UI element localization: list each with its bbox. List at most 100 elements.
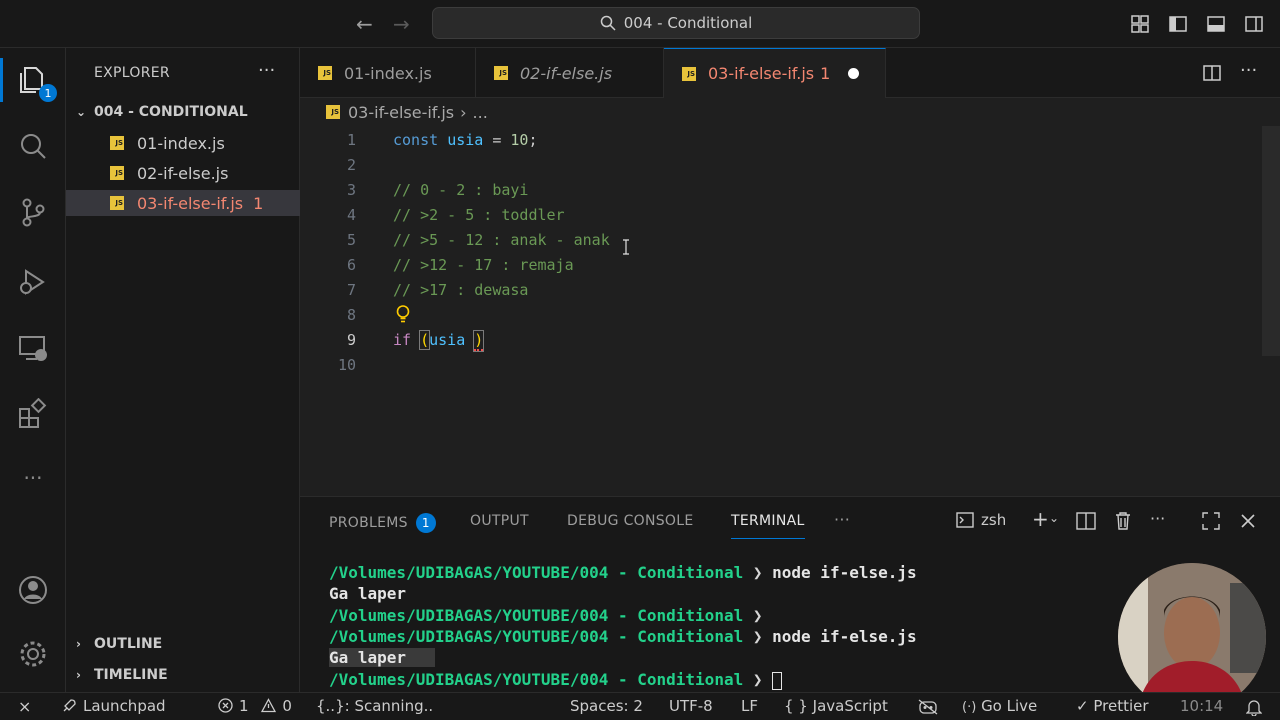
js-file-icon: JS <box>326 105 340 119</box>
tab-problems[interactable]: PROBLEMS 1 <box>329 513 436 533</box>
forward-arrow-icon[interactable]: → <box>393 12 410 36</box>
terminal-icon <box>956 512 974 528</box>
terminal-cursor <box>772 671 783 690</box>
editor-scrollbar[interactable] <box>1262 126 1280 356</box>
terminal-line: /Volumes/UDIBAGAS/YOUTUBE/004 - Conditio… <box>329 606 763 625</box>
js-file-icon: JS <box>110 196 124 210</box>
check-double-icon: ✓ <box>1076 697 1089 715</box>
code-comment: // >2 - 5 : toddler <box>393 206 565 224</box>
launchpad-item[interactable]: Launchpad <box>62 697 166 715</box>
line-number: 8 <box>346 306 356 324</box>
clock-time: 10:14 <box>1180 697 1224 715</box>
tab-03-if-else-if[interactable]: JS 03-if-else-if.js 1 <box>664 48 886 98</box>
js-file-icon: JS <box>494 66 508 80</box>
timeline-section[interactable]: › TIMELINE <box>66 663 300 687</box>
tab-label: 02-if-else.js <box>520 63 613 83</box>
braces-icon: { } <box>784 697 808 715</box>
unsaved-dot-icon[interactable] <box>848 68 860 79</box>
line-number: 3 <box>346 181 356 199</box>
explorer-more-actions[interactable]: ··· <box>258 60 275 81</box>
remote-explorer-icon[interactable] <box>17 332 49 364</box>
js-file-icon: JS <box>682 66 696 81</box>
file-item-01-index[interactable]: JS 01-index.js <box>66 130 300 156</box>
lightbulb-icon[interactable] <box>396 305 410 323</box>
manage-gear-icon[interactable] <box>17 638 49 670</box>
js-file-icon: JS <box>110 136 124 150</box>
keyword: const <box>393 131 439 149</box>
panel-more-icon[interactable]: ··· <box>834 510 850 529</box>
js-file-icon: JS <box>110 166 124 180</box>
run-and-debug-icon[interactable] <box>17 266 49 298</box>
tab-debug-console[interactable]: DEBUG CONSOLE <box>567 513 694 529</box>
file-item-03-if-else-if[interactable]: JS 03-if-else-if.js 1 <box>66 190 300 216</box>
source-control-icon[interactable] <box>17 196 49 228</box>
back-arrow-icon[interactable]: ← <box>356 12 373 36</box>
code-comment: // >12 - 17 : remaja <box>393 256 574 274</box>
eol-status[interactable]: LF <box>741 697 758 715</box>
code-comment: // >5 - 12 : anak - anak <box>393 231 610 249</box>
tab-output[interactable]: OUTPUT <box>470 513 529 529</box>
timeline-label: TIMELINE <box>94 667 168 683</box>
tab-02-if-else[interactable]: JS 02-if-else.js <box>476 48 664 98</box>
copilot-icon[interactable] <box>918 699 938 715</box>
terminal-shell-selector[interactable]: zsh <box>956 511 1006 529</box>
command-center-search[interactable]: 004 - Conditional <box>432 7 920 39</box>
tab-label: 03-if-else-if.js <box>708 64 815 83</box>
problems-status[interactable]: 1 0 <box>218 697 292 715</box>
close-panel-icon[interactable] <box>1240 513 1256 529</box>
remote-indicator-icon[interactable]: ⨯ <box>18 697 31 716</box>
split-terminal-icon[interactable] <box>1076 512 1096 530</box>
indentation-status[interactable]: Spaces: 2 <box>570 697 643 715</box>
keyword: if <box>393 331 412 349</box>
variable: usia <box>447 131 484 149</box>
terminal-line: /Volumes/UDIBAGAS/YOUTUBE/004 - Conditio… <box>329 670 783 690</box>
code-editor[interactable]: 1 2 3 4 5 6 7 8 9 10 const usia = 10; //… <box>300 126 1280 496</box>
scanning-status: {..}: Scanning.. <box>316 697 434 715</box>
terminal-line: Ga laper <box>329 584 407 603</box>
toggle-secondary-sidebar-icon[interactable] <box>1244 14 1264 34</box>
maximize-panel-icon[interactable] <box>1202 512 1220 530</box>
language-status[interactable]: { } JavaScript <box>784 697 888 715</box>
split-editor-icon[interactable] <box>1202 63 1222 83</box>
customize-layout-icon[interactable] <box>1130 14 1150 34</box>
tab-01-index[interactable]: JS 01-index.js <box>300 48 476 98</box>
more-views-icon[interactable]: ··· <box>17 466 49 498</box>
warning-icon <box>261 698 277 713</box>
code-line-9: if (usia ) <box>393 330 485 352</box>
terminal-more-icon[interactable]: ··· <box>1150 509 1165 528</box>
line-number: 5 <box>346 231 356 249</box>
prettier-status[interactable]: ✓ Prettier <box>1076 697 1149 715</box>
explorer-icon[interactable]: 1 <box>0 58 57 102</box>
new-terminal-plus-icon[interactable]: + <box>1032 507 1049 531</box>
chevron-right-icon: › <box>76 637 81 651</box>
breadcrumb-rest[interactable]: ... <box>473 103 488 122</box>
toggle-primary-sidebar-icon[interactable] <box>1168 14 1188 34</box>
line-number: 6 <box>346 256 356 274</box>
account-icon[interactable] <box>17 574 49 606</box>
code-comment: // >17 : dewasa <box>393 281 529 299</box>
terminal-line: Ga laper <box>329 648 435 667</box>
terminal-line: /Volumes/UDIBAGAS/YOUTUBE/004 - Conditio… <box>329 627 917 646</box>
breadcrumb-file[interactable]: 03-if-else-if.js <box>348 103 454 122</box>
chevron-down-icon[interactable]: ⌄ <box>1049 511 1059 525</box>
extensions-icon[interactable] <box>17 398 49 430</box>
variable: usia <box>429 331 466 349</box>
file-item-02-if-else[interactable]: JS 02-if-else.js <box>66 160 300 186</box>
editor-more-actions[interactable]: ··· <box>1240 60 1257 81</box>
encoding-status[interactable]: UTF-8 <box>669 697 713 715</box>
folder-004-conditional[interactable]: ⌄ 004 - CONDITIONAL <box>66 100 300 124</box>
search-icon[interactable] <box>17 130 49 162</box>
chevron-right-icon: › <box>76 668 81 682</box>
outline-section[interactable]: › OUTLINE <box>66 632 300 656</box>
file-label: 02-if-else.js <box>137 163 229 183</box>
code-line-1: const usia = 10; <box>393 131 538 149</box>
notifications-bell-icon[interactable] <box>1246 698 1262 716</box>
line-number: 2 <box>346 156 356 174</box>
file-label: 01-index.js <box>137 133 225 153</box>
line-number: 10 <box>337 356 356 374</box>
trash-icon[interactable] <box>1114 511 1132 531</box>
tab-terminal[interactable]: TERMINAL <box>731 513 805 539</box>
go-live-button[interactable]: (·) Go Live <box>962 697 1037 715</box>
bracket: ( <box>419 330 431 350</box>
toggle-panel-icon[interactable] <box>1206 14 1226 34</box>
